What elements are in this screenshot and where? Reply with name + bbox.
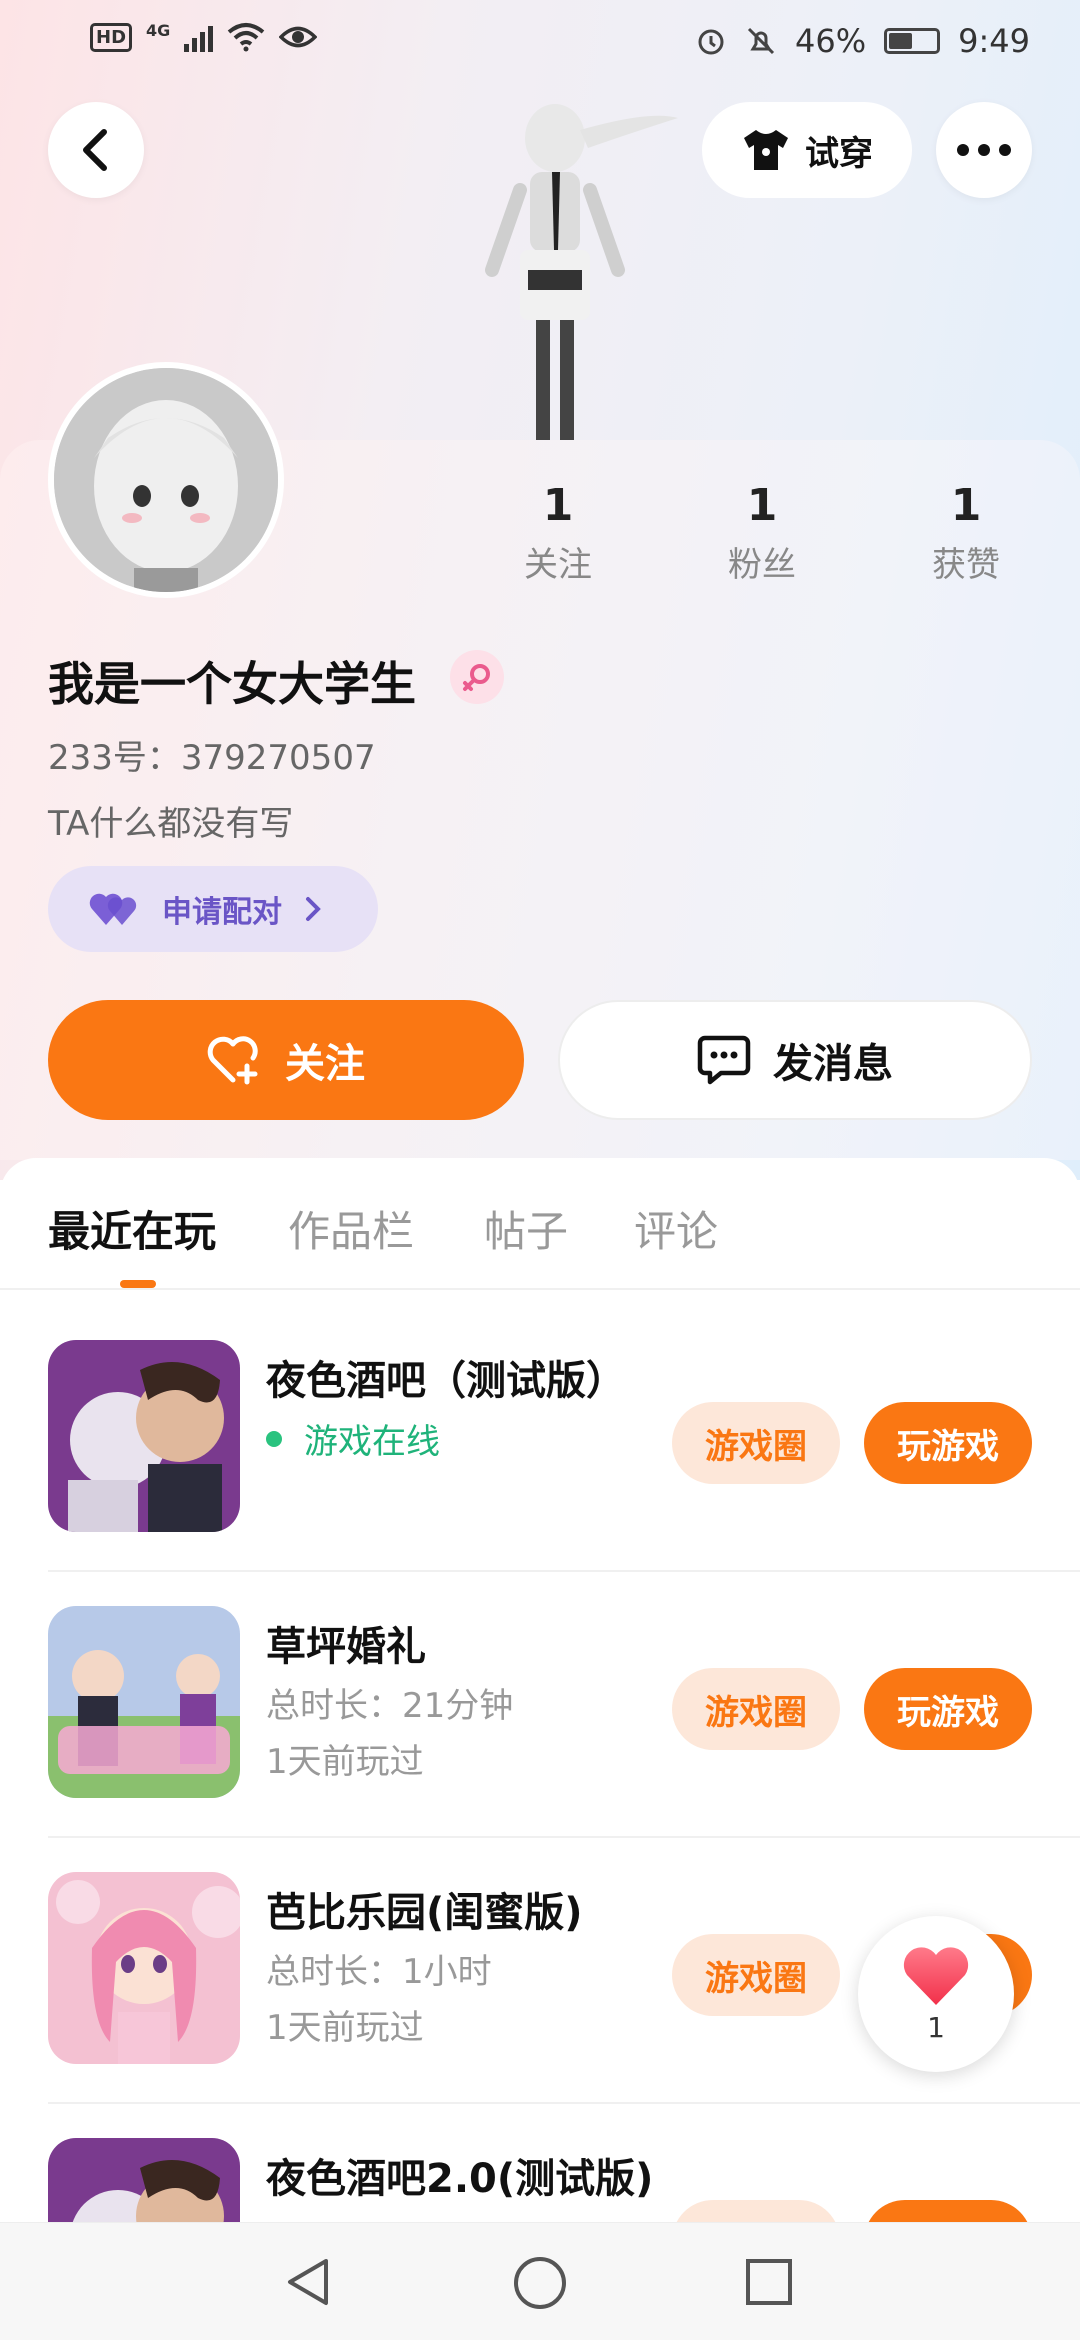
list-item[interactable]: 草坪婚礼 总时长：21分钟 1天前玩过 游戏圈 玩游戏 [48, 1572, 1080, 1838]
stat-following[interactable]: 1 关注 [478, 480, 638, 586]
more-button[interactable] [936, 102, 1032, 198]
profile-tabs: 最近在玩 作品栏 帖子 评论 [0, 1158, 1080, 1290]
mute-bell-icon [747, 27, 775, 55]
game-title: 草坪婚礼 [266, 1624, 426, 1670]
tab-posts[interactable]: 帖子 [484, 1198, 568, 1259]
play-game-button[interactable]: 玩游戏 [864, 1668, 1032, 1750]
play-game-button[interactable]: 玩游戏 [864, 1402, 1032, 1484]
game-thumbnail[interactable] [48, 1872, 240, 2064]
system-navigation-bar [0, 2222, 1080, 2340]
like-count: 1 [927, 2010, 945, 2044]
stat-fans-count: 1 [746, 480, 778, 531]
game-online-text: 游戏在线 [304, 1422, 440, 1462]
stat-likes[interactable]: 1 获赞 [886, 480, 1046, 586]
user-bio: TA什么都没有写 [48, 804, 294, 844]
game-circle-button[interactable]: 游戏圈 [672, 1402, 840, 1484]
chevron-right-icon [306, 897, 321, 921]
try-on-button[interactable]: 试穿 [702, 102, 912, 198]
game-thumbnail[interactable] [48, 1606, 240, 1798]
stat-following-count: 1 [542, 480, 574, 531]
stat-following-label: 关注 [524, 545, 592, 585]
game-online-status: 游戏在线 [266, 1414, 440, 1463]
active-tab-indicator [120, 1280, 156, 1288]
alarm-icon [698, 29, 724, 55]
game-circle-button[interactable]: 游戏圈 [672, 1934, 840, 2016]
battery-percent: 46% [795, 22, 867, 60]
floating-like-button[interactable]: 1 [858, 1916, 1014, 2072]
apply-pair-button[interactable]: 申请配对 [48, 866, 378, 952]
chat-bubble-icon [697, 1035, 751, 1085]
try-on-label: 试穿 [805, 133, 873, 174]
follow-button[interactable]: 关注 [48, 1000, 524, 1120]
heart-icon [903, 1946, 969, 2005]
game-total-time: 总时长：21分钟 [266, 1686, 514, 1726]
nav-back-icon[interactable] [282, 2255, 336, 2309]
heart-plus-icon [207, 1036, 258, 1085]
send-message-button[interactable]: 发消息 [558, 1000, 1032, 1120]
clock: 9:49 [958, 22, 1030, 60]
back-button[interactable] [48, 102, 144, 198]
stat-fans[interactable]: 1 粉丝 [682, 480, 842, 586]
stat-fans-label: 粉丝 [728, 545, 796, 585]
game-title: 夜色酒吧2.0(测试版) [266, 2156, 654, 2202]
tab-works[interactable]: 作品栏 [288, 1198, 414, 1259]
send-message-label: 发消息 [773, 1041, 893, 1087]
user-id: 233号：379270507 [48, 738, 376, 778]
avatar[interactable] [48, 362, 284, 598]
signal-icon [184, 22, 214, 52]
stat-likes-count: 1 [950, 480, 982, 531]
network-type: 4G [146, 20, 171, 40]
more-dots-icon [957, 144, 1011, 156]
follow-label: 关注 [285, 1041, 365, 1087]
game-last-played: 1天前玩过 [266, 1742, 424, 1782]
game-circle-button[interactable]: 游戏圈 [672, 1668, 840, 1750]
game-total-time: 总时长：1小时 [266, 1952, 492, 1992]
stat-likes-label: 获赞 [932, 545, 1000, 585]
game-last-played: 1天前玩过 [266, 2008, 424, 2048]
wifi-icon [228, 23, 265, 52]
character-model [485, 104, 678, 440]
game-title: 芭比乐园(闺蜜版) [266, 1890, 583, 1936]
list-item[interactable]: 夜色酒吧（测试版） 游戏在线 游戏圈 玩游戏 [48, 1306, 1080, 1572]
tshirt-icon [744, 130, 788, 170]
female-gender-icon [450, 650, 504, 704]
game-thumbnail[interactable] [48, 1340, 240, 1532]
tab-comments[interactable]: 评论 [634, 1198, 718, 1259]
nav-recents-icon[interactable] [744, 2257, 794, 2307]
apply-pair-label: 申请配对 [162, 895, 282, 930]
battery-icon [884, 28, 941, 54]
profile-name: 我是一个女大学生 [48, 657, 416, 711]
online-dot-icon [266, 1430, 282, 1447]
nav-home-icon[interactable] [512, 2255, 568, 2311]
hd-icon: HD [90, 22, 133, 52]
eye-icon [279, 26, 318, 48]
game-title: 夜色酒吧（测试版） [266, 1358, 626, 1404]
double-heart-icon [89, 893, 137, 925]
tab-recent-playing[interactable]: 最近在玩 [48, 1198, 216, 1259]
back-arrow-icon [83, 129, 107, 171]
status-bar: HD 4G 46% 9:49 [0, 0, 1080, 84]
